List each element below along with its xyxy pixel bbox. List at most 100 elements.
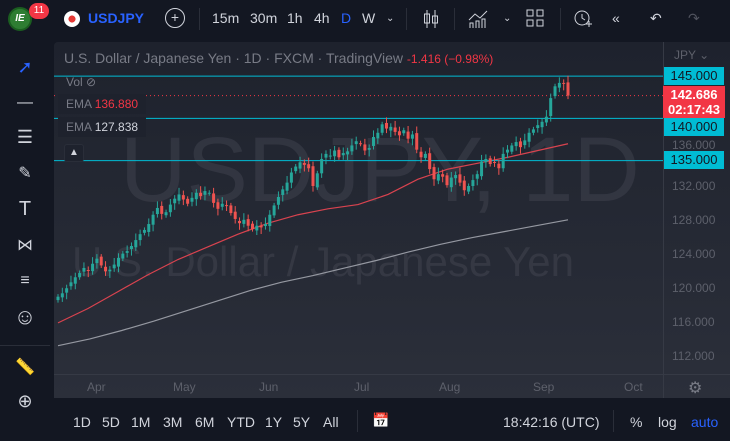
- candle: [372, 136, 376, 146]
- range-1y[interactable]: 1Y: [265, 414, 282, 430]
- candle: [298, 162, 302, 169]
- candle: [320, 158, 324, 174]
- range-1d[interactable]: 1D: [73, 414, 91, 430]
- level-tag-140[interactable]: 140.000: [664, 118, 724, 136]
- candle: [346, 151, 350, 155]
- price-label: 132.000: [672, 179, 716, 193]
- candle: [86, 269, 90, 271]
- auto-toggle[interactable]: auto: [691, 414, 718, 430]
- percent-toggle[interactable]: %: [630, 414, 642, 430]
- candle: [242, 219, 246, 224]
- candle: [238, 220, 242, 224]
- candle: [557, 82, 561, 88]
- collapse-legend-button[interactable]: ▲: [64, 144, 84, 162]
- candle: [376, 132, 380, 139]
- candle: [294, 166, 298, 172]
- candle: [203, 191, 207, 195]
- bottom-toolbar: 1D 5D 1M 3M 6M YTD 1Y 5Y All 📅 18:42:16 (UTC) % …: [54, 400, 730, 441]
- candle: [445, 175, 449, 186]
- candle: [475, 174, 479, 179]
- candle: [363, 144, 367, 151]
- range-1m[interactable]: 1M: [131, 414, 150, 430]
- ema-value: 127.838: [94, 120, 139, 134]
- candle: [142, 229, 146, 233]
- candle: [523, 140, 527, 146]
- candle: [441, 174, 445, 177]
- log-toggle[interactable]: log: [658, 414, 677, 430]
- candle: [138, 234, 142, 241]
- candle: [259, 225, 263, 228]
- candle: [99, 256, 103, 266]
- candle: [121, 253, 125, 259]
- candle: [168, 204, 172, 213]
- candle: [553, 86, 557, 97]
- candle: [272, 205, 276, 216]
- candle: [337, 149, 341, 158]
- divider: [357, 410, 358, 432]
- candle: [155, 207, 159, 215]
- candle: [423, 153, 427, 158]
- vol-label: Vol: [66, 75, 83, 89]
- candle: [181, 195, 185, 200]
- candle: [307, 164, 311, 169]
- candle: [510, 145, 514, 152]
- candle: [393, 127, 397, 132]
- candle: [480, 161, 484, 177]
- candle: [402, 130, 406, 134]
- range-ytd[interactable]: YTD: [227, 414, 255, 430]
- candle: [268, 214, 272, 227]
- currency-selector[interactable]: JPY ⌄: [674, 48, 709, 62]
- level-tag-135[interactable]: 135.000: [664, 151, 724, 169]
- candle: [531, 129, 535, 133]
- candle: [462, 180, 466, 191]
- candle: [125, 251, 129, 253]
- range-5y[interactable]: 5Y: [293, 414, 310, 430]
- price-label: 124.000: [672, 247, 716, 261]
- price-label: 136.000: [672, 138, 716, 152]
- bar-countdown: 02:17:43: [667, 102, 721, 117]
- candle: [501, 153, 505, 169]
- candle: [367, 147, 371, 150]
- candle: [91, 263, 95, 272]
- candle: [562, 82, 566, 84]
- candle: [436, 174, 440, 181]
- candle: [544, 116, 548, 123]
- candle: [60, 293, 64, 298]
- range-3m[interactable]: 3M: [163, 414, 182, 430]
- candle: [104, 266, 108, 272]
- candle: [324, 153, 328, 158]
- time-label: Jul: [354, 380, 370, 394]
- candle: [419, 151, 423, 158]
- candle: [65, 288, 69, 293]
- level-tag-145[interactable]: 145.000: [664, 67, 724, 85]
- candle: [78, 273, 82, 278]
- candle: [458, 174, 462, 183]
- ema-legend-fast[interactable]: EMA 136.880: [58, 94, 147, 114]
- settings-gear-icon[interactable]: ⚙: [688, 378, 702, 398]
- range-6m[interactable]: 6M: [195, 414, 214, 430]
- time-label: Aug: [439, 380, 461, 394]
- volume-legend[interactable]: Vol ⊘: [66, 75, 96, 89]
- candle: [432, 167, 436, 180]
- candle: [454, 175, 458, 179]
- range-all[interactable]: All: [323, 414, 339, 430]
- candle: [566, 82, 570, 96]
- candle: [493, 162, 497, 164]
- candle: [69, 282, 73, 287]
- hidden-eye-icon[interactable]: ⊘: [86, 75, 96, 89]
- ema-legend-slow[interactable]: EMA 127.838: [58, 117, 147, 137]
- candle: [225, 205, 229, 207]
- candle: [415, 133, 419, 150]
- candle: [514, 142, 518, 147]
- candle: [134, 240, 138, 248]
- time-label: Oct: [624, 380, 643, 394]
- candle: [549, 98, 553, 117]
- utc-clock[interactable]: 18:42:16 (UTC): [503, 414, 599, 430]
- range-5d[interactable]: 5D: [102, 414, 120, 430]
- goto-date-icon[interactable]: 📅: [372, 412, 389, 429]
- candle: [147, 224, 151, 232]
- price-label: 116.000: [672, 315, 715, 329]
- candle: [406, 131, 410, 139]
- candle: [117, 257, 121, 267]
- divider: [613, 410, 614, 432]
